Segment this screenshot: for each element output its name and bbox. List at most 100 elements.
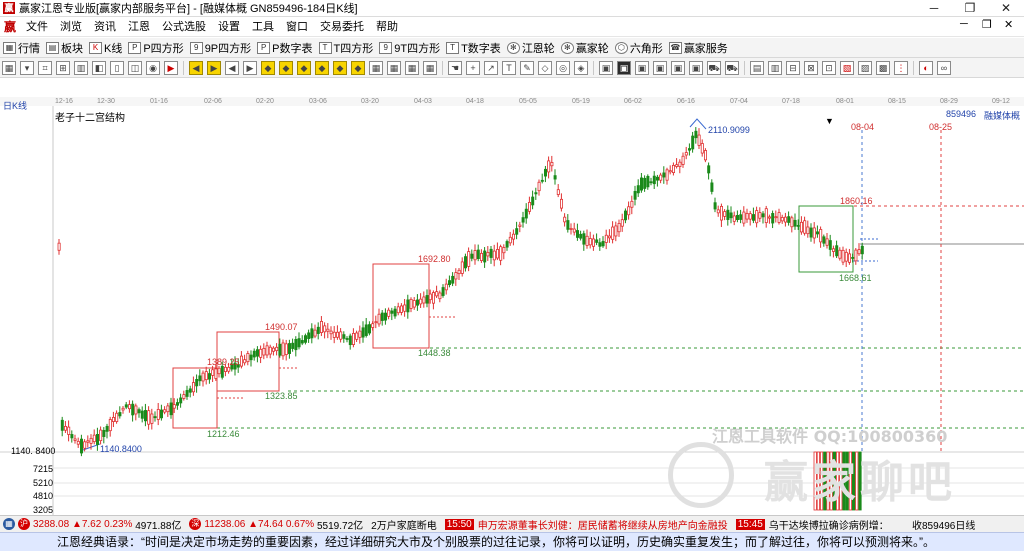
news-item[interactable]: 申万宏源董事长刘健：居民储蓄将继续从房地产向金融投 xyxy=(478,517,728,532)
kline-chart-area[interactable]: 日K线 老子十二宫结构 ▼ 859496 融媒体概 08-04 08-25 21… xyxy=(0,101,1024,515)
candle-body xyxy=(140,410,144,419)
status-grid-icon[interactable]: ▦ xyxy=(3,518,15,530)
sh-index[interactable]: 3288.08 ▲7.62 0.23% 4971.88亿 xyxy=(33,517,181,532)
chart-icon[interactable]: ▨ xyxy=(858,60,872,75)
window-icon[interactable]: ▣ xyxy=(635,60,649,75)
candle-body xyxy=(608,235,612,239)
candle-body xyxy=(127,404,131,410)
menu-tools[interactable]: 工具 xyxy=(246,18,280,37)
chart-icon[interactable]: ▥ xyxy=(74,60,88,75)
diamond-icon[interactable]: ◆ xyxy=(261,60,275,75)
toolbar-winner-wheel-button[interactable]: ✻ 赢家轮 xyxy=(558,39,612,57)
text-icon[interactable]: T xyxy=(502,60,516,75)
toolbar-kline-button[interactable]: K K线 xyxy=(86,39,125,57)
menu-settings[interactable]: 设置 xyxy=(212,18,246,37)
candle-body xyxy=(524,208,528,219)
chart-icon[interactable]: ▩ xyxy=(876,60,890,75)
minimize-button[interactable]: ─ xyxy=(916,0,952,17)
candle-body xyxy=(179,397,183,404)
arrow-left-icon[interactable]: ◀ xyxy=(189,60,203,75)
inner-restore-button[interactable]: ❐ xyxy=(982,18,992,31)
window-icon[interactable]: ▣ xyxy=(599,60,613,75)
inner-minimize-button[interactable]: ─ xyxy=(960,18,968,30)
diamond-icon[interactable]: ◆ xyxy=(315,60,329,75)
kline-icon[interactable]: ⋮ xyxy=(894,60,908,75)
toolbar-p-table-button[interactable]: P P数字表 xyxy=(254,39,315,57)
candle-body xyxy=(569,227,573,230)
window-icon[interactable]: ▣ xyxy=(671,60,685,75)
toolbar-service-button[interactable]: ☎ 赢家服务 xyxy=(666,39,731,57)
brush-icon[interactable]: ✎ xyxy=(520,60,534,75)
car-icon[interactable]: ⛟ xyxy=(725,60,739,75)
menu-browse[interactable]: 浏览 xyxy=(54,18,88,37)
menu-info[interactable]: 资讯 xyxy=(88,18,122,37)
grid-icon[interactable]: ▦ xyxy=(405,60,419,75)
diamond-icon[interactable]: ◆ xyxy=(351,60,365,75)
toolbar-sector-button[interactable]: ▤ 板块 xyxy=(43,39,86,57)
shape-icon[interactable]: ◈ xyxy=(574,60,588,75)
diamond-icon[interactable]: ◆ xyxy=(279,60,293,75)
candle-body xyxy=(572,228,576,233)
arrow-back-icon[interactable]: ◀ xyxy=(225,60,239,75)
chart-icon[interactable]: ▧ xyxy=(840,60,854,75)
grid-icon[interactable]: ▦ xyxy=(2,60,16,75)
grid-icon[interactable]: ▦ xyxy=(423,60,437,75)
car-icon[interactable]: ⛟ xyxy=(707,60,721,75)
menu-file[interactable]: 文件 xyxy=(20,18,54,37)
separator xyxy=(744,60,745,75)
window-icon[interactable]: ▣ xyxy=(689,60,703,75)
chart-icon[interactable]: ▥ xyxy=(768,60,782,75)
candle-body xyxy=(803,220,807,234)
flag-icon[interactable]: ▶ xyxy=(164,60,178,75)
grid-icon[interactable]: ▦ xyxy=(387,60,401,75)
toolbar-p-square-button[interactable]: P P四方形 xyxy=(125,39,186,57)
candle-body xyxy=(518,224,522,227)
table-icon[interactable]: ▤ xyxy=(750,60,764,75)
hand-icon[interactable]: ☚ xyxy=(448,60,462,75)
chart-icon[interactable]: ◉ xyxy=(146,60,160,75)
grid-icon[interactable]: ▦ xyxy=(369,60,383,75)
chart-icon[interactable]: ▯ xyxy=(110,60,124,75)
pen-icon[interactable]: ↗ xyxy=(484,60,498,75)
menu-window[interactable]: 窗口 xyxy=(280,18,314,37)
inner-close-button[interactable]: ✕ xyxy=(1004,18,1013,31)
candle-body xyxy=(255,349,259,357)
infinity-icon[interactable]: ∞ xyxy=(937,60,951,75)
chart-icon[interactable]: ◧ xyxy=(92,60,106,75)
news-item[interactable]: 乌干达埃博拉确诊病例增： xyxy=(769,517,889,532)
toolbar-9t-square-button[interactable]: 9 9T四方形 xyxy=(376,39,443,57)
menu-formula[interactable]: 公式选股 xyxy=(156,18,212,37)
chart-icon[interactable]: ◫ xyxy=(128,60,142,75)
chart-icon[interactable]: ⌗ xyxy=(38,60,52,75)
chart-icon[interactable]: ⊠ xyxy=(804,60,818,75)
date-axis: 12-16 12-30 01-16 02-06 02-20 03-06 03-2… xyxy=(0,97,1024,106)
arrow-right-icon[interactable]: ▶ xyxy=(207,60,221,75)
maximize-button[interactable]: ❐ xyxy=(952,0,988,17)
diamond-icon[interactable]: ◆ xyxy=(333,60,347,75)
diamond-icon[interactable]: ◆ xyxy=(297,60,311,75)
toolbar-quotes-button[interactable]: ▦ 行情 xyxy=(0,39,43,57)
toolbar-9p-square-button[interactable]: 9 9P四方形 xyxy=(187,39,254,57)
close-button[interactable]: ✕ xyxy=(988,0,1024,17)
crosshair-icon[interactable]: + xyxy=(466,60,480,75)
chart-icon[interactable]: ⊡ xyxy=(822,60,836,75)
shape-icon[interactable]: ◇ xyxy=(538,60,552,75)
toolbar-t-square-button[interactable]: T T四方形 xyxy=(316,39,377,57)
toolbar-t-table-button[interactable]: T T数字表 xyxy=(443,39,504,57)
chart-icon[interactable]: ⊞ xyxy=(56,60,70,75)
menu-help[interactable]: 帮助 xyxy=(370,18,404,37)
shape-icon[interactable]: ◎ xyxy=(556,60,570,75)
window-icon[interactable]: ▣ xyxy=(653,60,667,75)
color-wheel-icon[interactable]: ◐ xyxy=(919,60,933,75)
window-icon[interactable]: ▣ xyxy=(617,60,631,75)
sz-index[interactable]: 11238.06 ▲74.64 0.67% 5519.72亿 xyxy=(204,517,363,532)
toolbar-hexagon-button[interactable]: ⬡ 六角形 xyxy=(612,39,666,57)
arrow-forward-icon[interactable]: ▶ xyxy=(243,60,257,75)
news-item[interactable]: 2万户家庭断电 xyxy=(371,517,437,532)
menu-gann[interactable]: 江恩 xyxy=(122,18,156,37)
toolbar-gann-wheel-button[interactable]: ✻ 江恩轮 xyxy=(504,39,558,57)
dropdown-icon[interactable]: ▾ xyxy=(20,60,34,75)
menu-trade[interactable]: 交易委托 xyxy=(314,18,370,37)
candle-body xyxy=(787,216,791,223)
chart-icon[interactable]: ⊟ xyxy=(786,60,800,75)
